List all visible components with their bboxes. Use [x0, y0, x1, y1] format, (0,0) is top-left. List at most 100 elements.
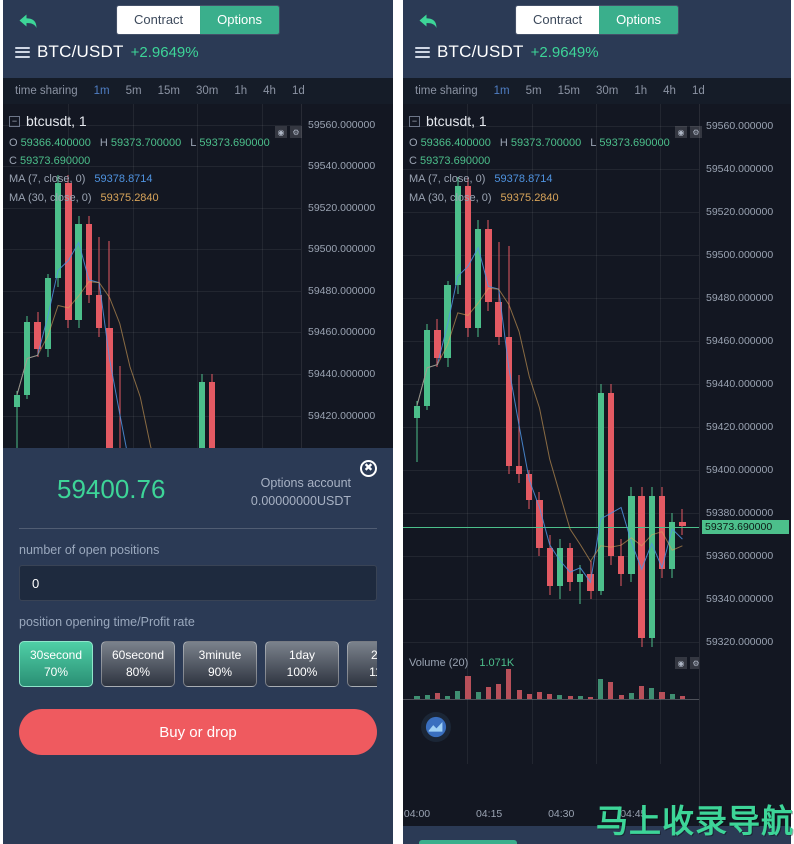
price-tick: 59500.000000 [706, 248, 774, 261]
rate-option-60second[interactable]: 60second 80% [101, 641, 175, 688]
legend-settings-icon[interactable]: ⚙ [290, 126, 302, 138]
rate-label: position opening time/Profit rate [19, 615, 195, 630]
mode-segmented-control[interactable]: Contract Options [117, 6, 279, 34]
candlestick [669, 104, 676, 826]
rate-profit: 90% [207, 665, 233, 680]
mode-segmented-control[interactable]: Contract Options [516, 6, 678, 34]
chart-legend-buttons-right[interactable]: ◉ ⚙ [675, 126, 702, 138]
candlestick [34, 104, 41, 448]
candlestick [198, 104, 206, 448]
symbol-change: +2.9649% [530, 43, 599, 61]
hamburger-icon[interactable] [15, 46, 30, 58]
amount-label: number of open positions [19, 543, 160, 558]
rate-option-3minute[interactable]: 3minute 90% [183, 641, 257, 688]
price-chart-right[interactable]: − btcusdt, 1 O 59366.400000 H 59373.7000… [403, 104, 791, 826]
volume-bar [526, 693, 532, 699]
buy-or-drop-button[interactable]: Buy or drop [19, 709, 377, 756]
candlestick [209, 104, 216, 448]
candlestick [54, 104, 62, 448]
rate-option-1day[interactable]: 1day 100% [265, 641, 339, 688]
candlestick [127, 104, 133, 448]
candlestick [271, 104, 277, 448]
timeframe-time-sharing[interactable]: time sharing [407, 85, 486, 97]
timeframe-30m[interactable]: 30m [588, 85, 626, 97]
tab-closed-position[interactable]: Closed position [531, 840, 620, 844]
volume-eye-icon[interactable]: ◉ [675, 657, 687, 669]
rate-profit: 70% [43, 665, 69, 680]
tab-contract[interactable]: Contract [117, 6, 201, 34]
back-arrow-icon[interactable] [15, 8, 41, 34]
volume-bar [414, 696, 420, 699]
price-tick: 59380.000000 [706, 507, 774, 520]
timeframe-1m[interactable]: 1m [86, 85, 118, 97]
rate-profit: 100% [286, 665, 318, 680]
volume-bar [557, 695, 563, 699]
chart-legend-buttons-left[interactable]: ◉ ⚙ [275, 126, 302, 138]
tab-options[interactable]: Options [599, 6, 678, 34]
timeframe-1h[interactable]: 1h [626, 85, 655, 97]
close-icon[interactable]: ✖ [360, 460, 377, 477]
candlestick [106, 104, 113, 448]
timeframe-5m[interactable]: 5m [118, 85, 150, 97]
amount-input[interactable] [19, 565, 377, 602]
price-chart-left[interactable]: − btcusdt, 1 O 59366.400000 H 59373.7000… [3, 104, 393, 448]
current-price-line [403, 526, 699, 528]
timeframe-1d[interactable]: 1d [284, 85, 313, 97]
price-axis[interactable]: 59560.000000 59540.000000 59520.000000 5950… [699, 104, 791, 826]
hamburger-icon[interactable] [415, 46, 430, 58]
symbol-name[interactable]: BTC/USDT [37, 42, 124, 62]
rate-option-2day[interactable]: 2day 110% [347, 641, 377, 688]
candlestick [658, 104, 666, 826]
candlestick [546, 104, 553, 826]
rate-option-30second[interactable]: 30second 70% [19, 641, 93, 688]
legend-settings-icon[interactable]: ⚙ [690, 126, 702, 138]
timeframe-1m[interactable]: 1m [486, 85, 518, 97]
symbol-change: +2.9649% [130, 43, 199, 61]
position-tabs[interactable]: In transaction Closed position [419, 840, 775, 844]
tab-options[interactable]: Options [200, 6, 279, 34]
account-balance: 0.00000000USDT [250, 494, 351, 509]
rate-options[interactable]: 30second 70% 60second 80% 3minute 90% 1d… [19, 641, 377, 688]
candlestick [219, 104, 225, 448]
timeframe-5m[interactable]: 5m [518, 85, 550, 97]
current-price-tag: 59373.690000 [702, 519, 789, 534]
legend-eye-icon[interactable]: ◉ [275, 126, 287, 138]
volume-bar [628, 693, 634, 699]
candlestick [168, 104, 174, 448]
candlestick [536, 104, 543, 826]
candlestick [250, 104, 256, 448]
timeframe-1h[interactable]: 1h [226, 85, 255, 97]
tab-contract[interactable]: Contract [516, 6, 600, 34]
timeframe-bar-right[interactable]: time sharing 1m 5m 15m 30m 1h 4h 1d [403, 78, 791, 104]
candlestick [260, 104, 266, 448]
divider [19, 528, 377, 530]
candlestick [281, 104, 287, 448]
timeframe-15m[interactable]: 15m [150, 85, 188, 97]
candlestick [13, 104, 21, 448]
legend-eye-icon[interactable]: ◉ [675, 126, 687, 138]
volume-legend-buttons[interactable]: ◉ ⚙ [675, 657, 702, 669]
timeframe-30m[interactable]: 30m [188, 85, 226, 97]
timeframe-4h[interactable]: 4h [255, 85, 284, 97]
volume-bar [465, 675, 471, 699]
timeframe-15m[interactable]: 15m [550, 85, 588, 97]
candlestick [454, 104, 461, 826]
symbol-name[interactable]: BTC/USDT [437, 42, 524, 62]
tab-in-transaction[interactable]: In transaction [419, 840, 518, 844]
price-axis[interactable]: 59560.000000 59540.000000 59520.000000 5950… [301, 104, 393, 448]
rate-duration: 60second [111, 647, 165, 662]
price-tick: 59520.000000 [706, 205, 774, 218]
volume-bar [669, 694, 675, 699]
timeframe-bar-left[interactable]: time sharing 1m 5m 15m 30m 1h 4h 1d [3, 78, 393, 104]
right-bottom-panel: In transaction Closed position Buy up Bu… [403, 826, 791, 844]
candlestick [189, 104, 195, 448]
current-price: 59400.76 [57, 474, 166, 504]
timeframe-4h[interactable]: 4h [655, 85, 684, 97]
volume-bar [567, 695, 573, 699]
back-arrow-icon[interactable] [415, 8, 441, 34]
price-tick: 59340.000000 [706, 593, 774, 606]
timeframe-time-sharing[interactable]: time sharing [7, 85, 86, 97]
price-tick: 59560.000000 [308, 118, 376, 131]
timeframe-1d[interactable]: 1d [684, 85, 713, 97]
left-panel: Contract Options BTC/USDT +2.9649% time … [3, 0, 393, 844]
